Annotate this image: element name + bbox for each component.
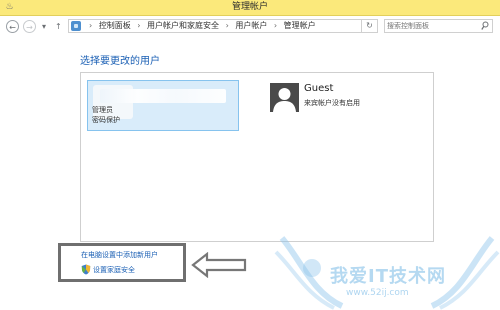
refresh-icon: ↻ — [366, 21, 373, 30]
back-button[interactable]: ← — [6, 20, 19, 33]
refresh-button[interactable]: ↻ — [362, 19, 378, 33]
watermark-text: 我爱IT技术网 — [330, 266, 446, 287]
page-title: 选择要更改的用户 — [80, 56, 160, 67]
up-button[interactable]: ↑ — [55, 20, 62, 33]
arrow-left-icon — [191, 252, 247, 278]
shield-icon — [81, 264, 91, 275]
highlight-box — [58, 243, 186, 282]
user-password-status: 密码保护 — [92, 116, 120, 124]
breadcrumb-separator: › — [225, 21, 229, 30]
user-name: Guest — [304, 83, 334, 94]
watermark-url: www.52ij.com — [346, 288, 409, 298]
breadcrumb-manage-accounts[interactable]: 管理帐户 — [284, 21, 316, 30]
breadcrumb-control-panel[interactable]: 控制面板 — [99, 21, 131, 30]
arrow-right-icon: → — [26, 23, 33, 32]
user-list: 管理员 密码保护 Guest 来宾帐户没有启用 — [80, 72, 434, 242]
breadcrumb-user-accounts[interactable]: 用户帐户 — [235, 21, 267, 30]
breadcrumb: › 控制面板 › 用户帐户和家庭安全 › 用户帐户 › 管理帐户 — [85, 20, 316, 32]
forward-button[interactable]: → — [23, 20, 36, 33]
breadcrumb-separator: › — [137, 21, 141, 30]
address-path[interactable]: › 控制面板 › 用户帐户和家庭安全 › 用户帐户 › 管理帐户 — [68, 19, 362, 33]
add-user-link[interactable]: 在电脑设置中添加新用户 — [81, 250, 158, 260]
breadcrumb-separator: › — [89, 21, 93, 30]
user-account-status: 来宾帐户没有启用 — [304, 99, 360, 107]
address-bar: ← → ▾ ↑ › 控制面板 › 用户帐户和家庭安全 › 用户帐户 › 管理帐户… — [0, 16, 500, 37]
user-silhouette-icon — [270, 83, 299, 112]
title-bar: ♨ 管理帐户 — [0, 0, 500, 16]
arrow-up-icon: ↑ — [55, 22, 62, 31]
main-content: 选择要更改的用户 管理员 密码保护 Guest 来宾帐户没有启用 在电脑设置中添… — [0, 38, 500, 310]
user-name-blurred — [100, 89, 226, 103]
recent-locations-button[interactable]: ▾ — [42, 20, 46, 33]
user-role: 管理员 — [92, 106, 113, 114]
search-icon[interactable] — [481, 21, 489, 31]
arrow-left-icon: ← — [9, 23, 16, 32]
search-input[interactable] — [387, 20, 477, 32]
control-panel-icon — [71, 21, 81, 31]
window-title: 管理帐户 — [231, 2, 268, 12]
chevron-down-icon: ▾ — [42, 22, 47, 31]
breadcrumb-user-accounts-family[interactable]: 用户帐户和家庭安全 — [147, 21, 219, 30]
user-tile-guest[interactable]: Guest 来宾帐户没有启用 — [267, 80, 419, 131]
user-tile-administrator[interactable]: 管理员 密码保护 — [87, 80, 239, 131]
family-safety-link[interactable]: 设置家庭安全 — [93, 265, 135, 275]
search-box[interactable] — [384, 19, 493, 33]
breadcrumb-separator: › — [273, 21, 278, 30]
